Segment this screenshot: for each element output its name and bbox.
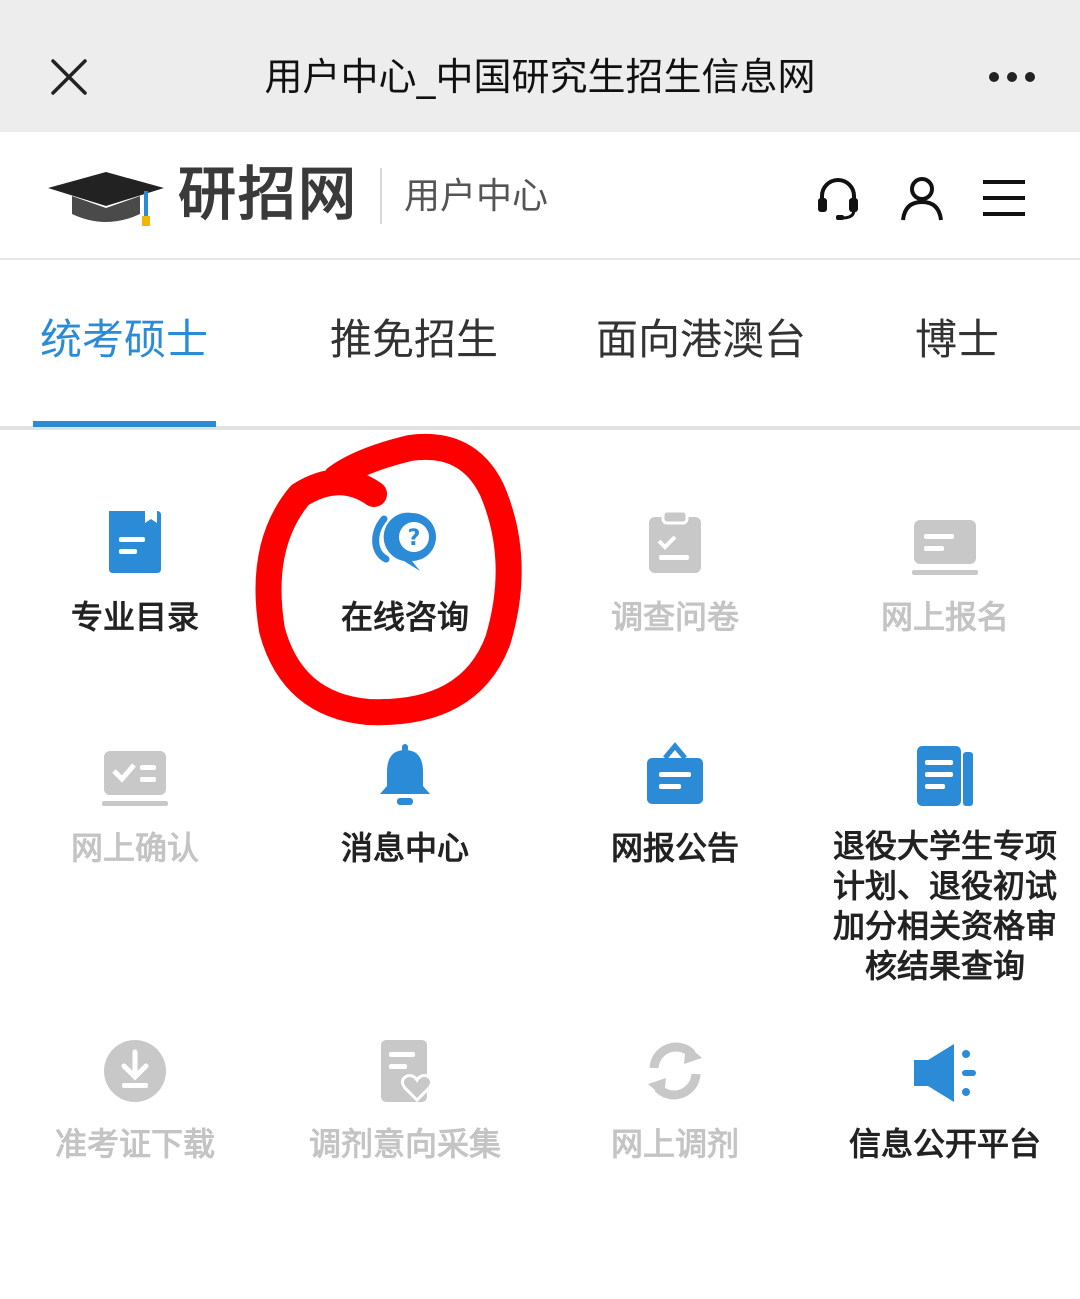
grid-item-announcements[interactable]: 网报公告	[540, 738, 810, 878]
grid-item-online-adjustment[interactable]: 网上调剂	[540, 1036, 810, 1176]
grid-label-line: 加分相关资格审	[832, 907, 1057, 945]
grid-item-online-registration[interactable]: 网上报名	[810, 505, 1080, 645]
megaphone-icon	[914, 1044, 976, 1102]
heart-doc-icon	[381, 1040, 434, 1103]
refresh-icon	[648, 1042, 702, 1100]
menu-icon[interactable]	[980, 174, 1028, 222]
grid-item-veteran-results[interactable]: 退役大学生专项 计划、退役初试 加分相关资格审 核结果查询	[810, 738, 1080, 988]
page-title: 用户中心_中国研究生招生信息网	[264, 55, 816, 99]
active-tab-indicator	[33, 421, 216, 427]
tab-unified-master[interactable]: 统考硕士	[40, 312, 208, 368]
grid-label-line: 退役大学生专项	[832, 827, 1057, 865]
grid-label: 网上确认	[70, 829, 199, 867]
grid-label: 调查问卷	[610, 598, 739, 636]
grid-item-online-confirm[interactable]: 网上确认	[0, 738, 270, 878]
grid-label: 专业目录	[70, 598, 199, 636]
grid-item-adjustment-intent[interactable]: 调剂意向采集	[270, 1036, 540, 1176]
site-header: 研招网 用户中心	[0, 132, 1080, 260]
catalog-icon	[109, 511, 161, 573]
grid-label: 调剂意向采集	[308, 1125, 501, 1163]
grid-label-line: 计划、退役初试	[832, 867, 1057, 905]
grid-label: 在线咨询	[340, 598, 469, 636]
confirm-card-icon	[102, 751, 168, 806]
tab-hk-macao-taiwan[interactable]: 面向港澳台	[596, 312, 806, 368]
grid-label: 消息中心	[340, 829, 469, 867]
grid-item-catalog[interactable]: 专业目录	[0, 505, 270, 645]
briefcase-icon	[647, 742, 703, 804]
more-icon[interactable]	[988, 70, 1036, 84]
document-icon	[917, 746, 973, 806]
grid-label-line: 核结果查询	[864, 947, 1025, 985]
tab-doctorate[interactable]: 博士	[915, 312, 999, 368]
grid-item-survey[interactable]: 调查问卷	[540, 505, 810, 645]
clipboard-icon	[649, 509, 701, 573]
tab-recommended[interactable]: 推免招生	[330, 312, 498, 368]
grid-item-admission-ticket[interactable]: 准考证下载	[0, 1036, 270, 1176]
grid-label: 网上报名	[880, 598, 1009, 636]
grid-item-info-platform[interactable]: 信息公开平台	[810, 1036, 1080, 1176]
logo-divider	[380, 168, 382, 224]
consult-chat-icon: ?	[372, 512, 436, 571]
user-icon[interactable]	[898, 174, 946, 222]
grid-item-message-center[interactable]: 消息中心	[270, 738, 540, 878]
grid-label: 网报公告	[610, 829, 739, 867]
window-title-bar: 用户中心_中国研究生招生信息网	[0, 0, 1080, 132]
grid-label: 信息公开平台	[848, 1125, 1041, 1163]
headset-icon[interactable]	[814, 174, 862, 222]
grid-label: 准考证下载	[54, 1125, 215, 1163]
register-card-icon	[912, 520, 978, 575]
bell-icon	[380, 744, 430, 805]
grid-item-online-consult[interactable]: ? 在线咨询	[270, 505, 540, 645]
svg-text:?: ?	[408, 526, 421, 551]
download-icon	[104, 1040, 166, 1102]
graduation-cap-icon	[48, 172, 164, 226]
grid-label: 网上调剂	[610, 1125, 739, 1163]
category-tabs: 统考硕士 推免招生 面向港澳台 博士	[0, 260, 1080, 430]
site-logo-text[interactable]: 研招网	[178, 158, 358, 230]
header-subtitle: 用户中心	[404, 176, 549, 217]
